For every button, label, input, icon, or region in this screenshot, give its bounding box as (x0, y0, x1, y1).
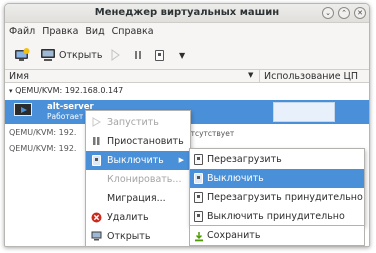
open-button-label: Открыть (59, 49, 103, 61)
menu-bar: Файл Правка Вид Справка (5, 23, 369, 40)
submenu-item-reboot[interactable]: Перезагрузить (190, 150, 364, 169)
menu-item-clone[interactable]: Клонировать... (86, 170, 190, 189)
minimize-icon: ⌄ (325, 9, 331, 17)
submenu-item-force-reboot[interactable]: Перезагрузить принудительно (190, 188, 364, 207)
menu-item-label: Запустить (107, 117, 159, 128)
save-icon (194, 230, 204, 246)
play-icon (91, 117, 102, 128)
shutdown-button[interactable] (155, 47, 164, 63)
window-title: Менеджер виртуальных машин (94, 7, 280, 18)
menu-view[interactable]: Вид (85, 23, 104, 40)
submenu-arrow-icon: ▶ (178, 156, 184, 164)
vm-running-icon (14, 103, 32, 116)
submenu-item-label: Выключить (207, 173, 264, 184)
shutdown-dropdown-button[interactable]: ▼ (179, 47, 185, 63)
connection-label: QEMU/KVM: 192. (9, 144, 77, 153)
maximize-button[interactable]: ⌃ (338, 7, 350, 19)
power-icon (194, 192, 203, 203)
connection-label: QEMU/KVM: 192.168.0.147 (15, 86, 124, 95)
cpu-usage-graph (273, 102, 335, 122)
menu-item-label: Открыть (107, 231, 151, 242)
menu-item-label: Приостановить (107, 136, 184, 147)
menu-item-label: Миграция... (107, 193, 166, 204)
submenu-item-label: Перезагрузить принудительно (207, 192, 363, 203)
shutdown-submenu: Перезагрузить Выключить Перезагрузить пр… (189, 148, 365, 226)
menu-item-label: Выключить (107, 155, 164, 166)
submenu-item-shutdown[interactable]: Выключить (190, 169, 364, 188)
pause-button[interactable] (132, 47, 144, 63)
connection-label: QEMU/KVM: 192. (9, 128, 77, 137)
sort-arrow-icon: ▼ (248, 71, 254, 79)
pause-icon (135, 51, 141, 59)
delete-icon (91, 212, 102, 223)
connection-absent-text: отсутствует (186, 129, 235, 138)
power-icon (194, 154, 203, 165)
close-button[interactable]: ✕ (354, 7, 366, 19)
menu-file[interactable]: Файл (9, 23, 35, 40)
dropdown-arrow-icon: ▼ (179, 50, 186, 60)
menu-help[interactable]: Справка (112, 23, 154, 40)
minimize-button[interactable]: ⌄ (322, 7, 334, 19)
submenu-item-label: Перезагрузить (207, 154, 282, 165)
submenu-item-label: Выключить принудительно (207, 211, 345, 222)
virt-manager-window: Менеджер виртуальных машин ⌄ ⌃ ✕ Файл Пр… (4, 3, 370, 247)
run-button[interactable] (109, 47, 121, 63)
menu-item-shutdown[interactable]: Выключить ▶ (86, 151, 190, 170)
title-bar: Менеджер виртуальных машин ⌄ ⌃ ✕ (5, 4, 369, 23)
new-vm-button[interactable] (14, 47, 30, 63)
menu-item-pause[interactable]: Приостановить (86, 132, 190, 151)
open-icon (91, 231, 102, 242)
connection-row[interactable]: ▾ QEMU/KVM: 192.168.0.147 (9, 84, 123, 97)
play-icon (111, 49, 120, 61)
monitor-icon (41, 49, 55, 61)
context-menu: Запустить Приостановить Выключить ▶ Клон… (85, 110, 191, 246)
menu-edit[interactable]: Правка (42, 23, 78, 40)
toolbar: Открыть ▼ (5, 41, 369, 69)
column-name[interactable]: Имя (9, 71, 29, 82)
menu-item-delete[interactable]: Удалить (86, 208, 190, 227)
menu-item-open[interactable]: Открыть (86, 227, 190, 246)
menu-item-run[interactable]: Запустить (86, 113, 190, 132)
vm-status: Работает (47, 112, 84, 121)
connection-row[interactable]: QEMU/KVM: 192. (9, 142, 76, 155)
new-vm-icon (15, 48, 30, 61)
pause-icon (91, 136, 102, 147)
open-button[interactable]: Открыть (40, 47, 102, 63)
power-icon (194, 211, 203, 222)
connection-row[interactable]: QEMU/KVM: 192. (9, 126, 76, 139)
power-icon (194, 173, 203, 184)
power-icon (155, 49, 164, 61)
submenu-item-save[interactable]: Сохранить (189, 226, 365, 246)
column-header: Имя ▼ Использование ЦП (5, 69, 369, 83)
column-separator (259, 70, 260, 82)
power-icon (91, 155, 102, 166)
menu-item-label: Удалить (107, 212, 149, 223)
maximize-icon: ⌃ (341, 9, 347, 17)
submenu-item-label: Сохранить (207, 230, 261, 241)
menu-item-label: Клонировать... (107, 174, 182, 185)
column-cpu-usage[interactable]: Использование ЦП (264, 71, 358, 82)
menu-item-migrate[interactable]: Миграция... (86, 189, 190, 208)
close-icon: ✕ (357, 9, 363, 17)
submenu-item-force-off[interactable]: Выключить принудительно (190, 207, 364, 226)
expander-icon: ▾ (9, 87, 13, 95)
